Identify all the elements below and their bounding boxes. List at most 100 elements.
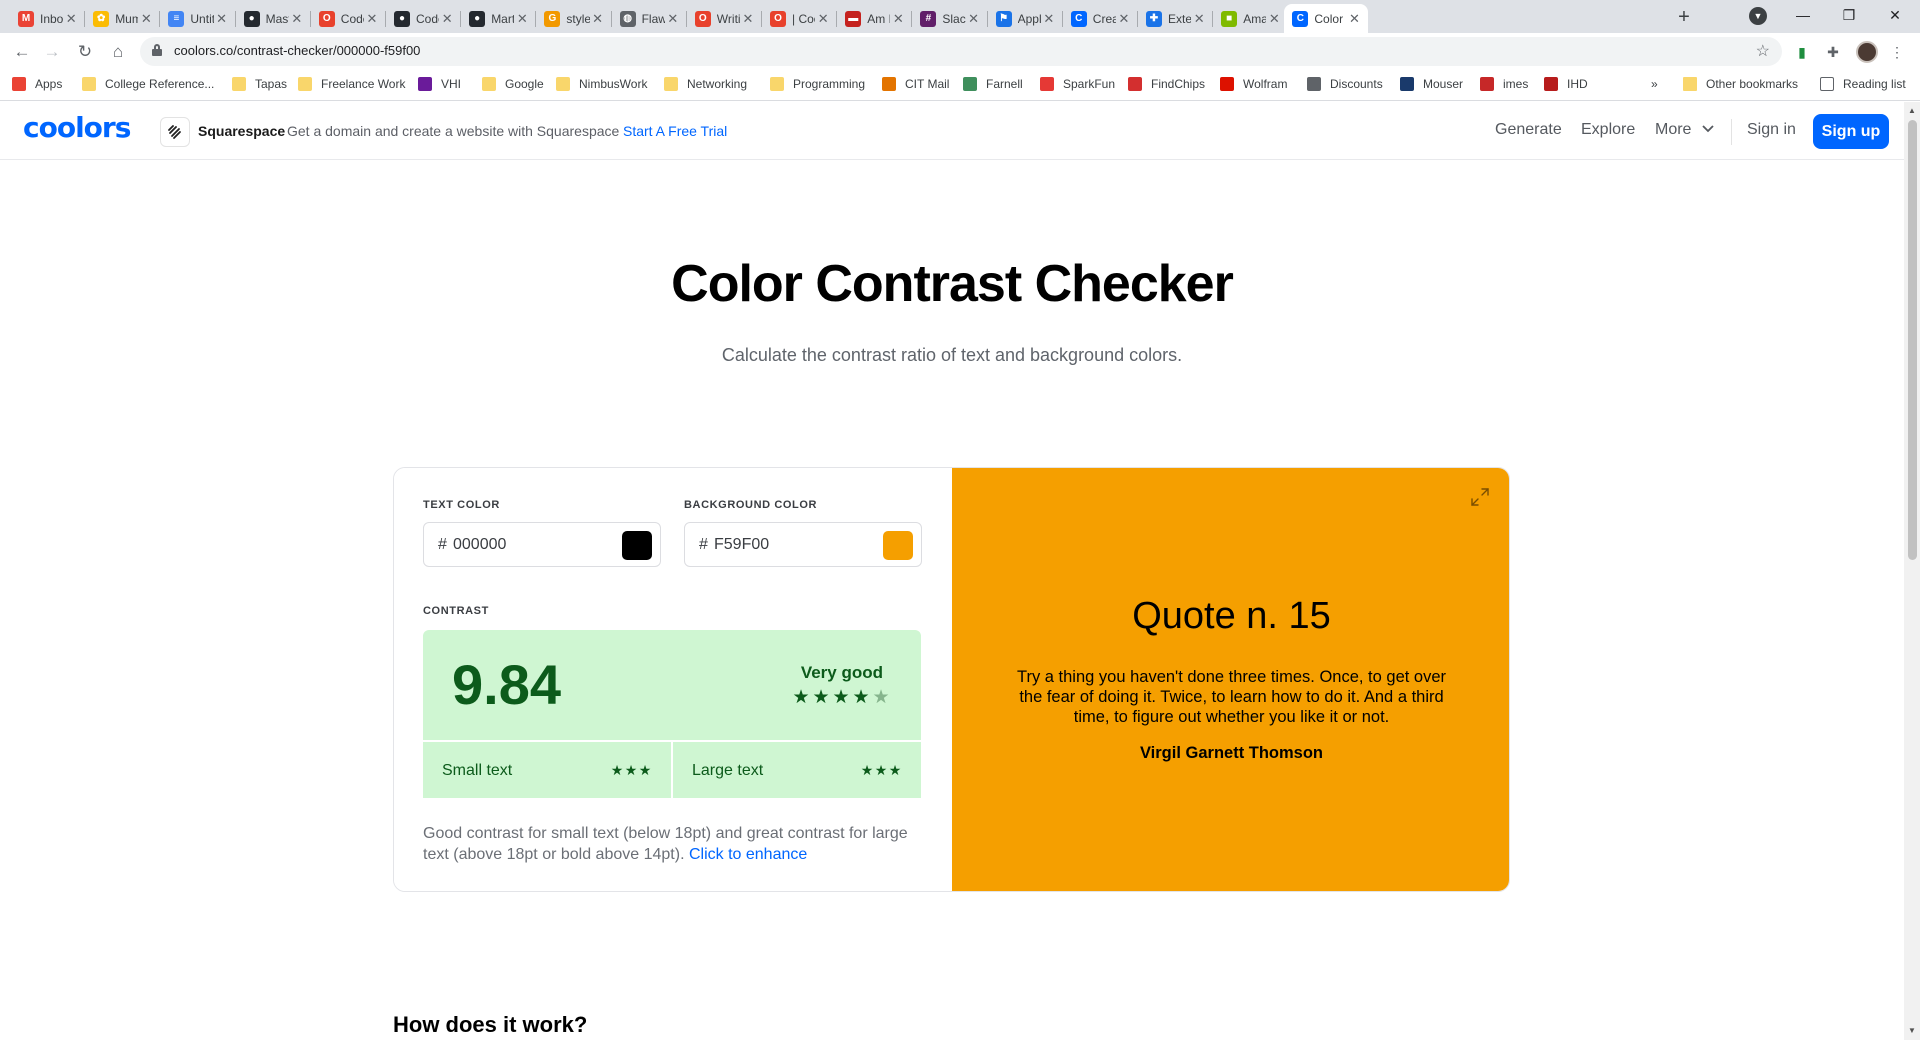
close-tab-icon[interactable]: ✕	[1346, 11, 1362, 27]
nav-more[interactable]: More	[1655, 121, 1714, 139]
close-tab-icon[interactable]: ✕	[665, 11, 681, 27]
bookmarks-overflow-button[interactable]: »	[1651, 77, 1658, 91]
bookmark-item[interactable]: Networking	[664, 77, 747, 91]
text-color-value[interactable]: 000000	[453, 536, 506, 554]
ad-cta-link[interactable]: Start A Free Trial	[623, 123, 727, 139]
close-tab-icon[interactable]: ✕	[740, 11, 756, 27]
browser-tab[interactable]: ■ Amaz✕	[1213, 4, 1289, 33]
browser-tab[interactable]: # Slack✕	[912, 4, 988, 33]
nav-signin[interactable]: Sign in	[1747, 121, 1796, 139]
bookmark-item[interactable]: Programming	[770, 77, 865, 91]
tab-search-icon[interactable]: ▼	[1749, 7, 1767, 25]
forward-button[interactable]: →	[38, 38, 66, 66]
close-tab-icon[interactable]: ✕	[364, 11, 380, 27]
text-color-input[interactable]: # 000000	[423, 522, 661, 567]
opera-icon: O	[318, 10, 335, 27]
new-tab-button[interactable]: +	[1670, 4, 1698, 32]
extensions-puzzle-icon[interactable]: ✚	[1824, 43, 1842, 61]
bookmark-item[interactable]: Apps	[12, 77, 62, 91]
close-tab-icon[interactable]: ✕	[1041, 11, 1057, 27]
browser-tab[interactable]: ● Marti✕	[461, 4, 537, 33]
browser-tab[interactable]: ✿ Mum ✕	[85, 4, 161, 33]
bookmark-item[interactable]: CIT Mail	[882, 77, 949, 91]
close-tab-icon[interactable]: ✕	[1266, 11, 1282, 27]
close-tab-icon[interactable]: ✕	[1191, 11, 1207, 27]
expand-icon[interactable]	[1469, 486, 1491, 508]
bookmark-star-icon[interactable]: ☆	[1756, 41, 1770, 61]
github-icon: ●	[394, 10, 410, 27]
bookmark-item[interactable]: College Reference...	[82, 77, 214, 91]
minimize-button[interactable]: —	[1780, 0, 1826, 30]
scrollbar-thumb[interactable]	[1908, 120, 1917, 560]
scroll-down-arrow-icon[interactable]: ▼	[1908, 1026, 1916, 1035]
close-tab-icon[interactable]: ✕	[815, 11, 831, 27]
bookmark-item[interactable]: IHD	[1544, 77, 1588, 91]
browser-tab[interactable]: O Code✕	[311, 4, 386, 33]
bg-color-value[interactable]: F59F00	[714, 536, 769, 554]
bookmark-item[interactable]: Mouser	[1400, 77, 1463, 91]
profile-avatar[interactable]	[1856, 41, 1878, 63]
browser-tab[interactable]: O Writi ✕	[687, 4, 762, 33]
bookmark-item[interactable]: Freelance Work	[298, 77, 405, 91]
close-tab-icon[interactable]: ✕	[138, 11, 154, 27]
signup-button[interactable]: Sign up	[1813, 114, 1889, 149]
text-color-swatch[interactable]	[622, 531, 652, 560]
bookmark-item[interactable]: NimbusWork	[556, 77, 647, 91]
enhance-link[interactable]: Click to enhance	[689, 846, 807, 863]
bookmark-item[interactable]: imes	[1480, 77, 1528, 91]
browser-tab[interactable]: ⚑ Appli✕	[988, 4, 1063, 33]
browser-tab[interactable]: C Creat✕	[1063, 4, 1138, 33]
overflow-label: »	[1651, 77, 1658, 91]
quote-author: Virgil Garnett Thomson	[1139, 744, 1324, 762]
bookmark-item[interactable]: VHI	[418, 77, 461, 91]
contrast-ratio: 9.84	[452, 653, 561, 716]
browser-tab[interactable]: ✚ Exter✕	[1138, 4, 1214, 33]
close-tab-icon[interactable]: ✕	[590, 11, 606, 27]
close-window-button[interactable]: ✕	[1872, 0, 1918, 30]
browser-tab[interactable]: Gstyle ✕	[536, 4, 612, 33]
address-bar[interactable]: coolors.co/contrast-checker/000000-f59f0…	[140, 37, 1782, 66]
close-tab-icon[interactable]: ✕	[439, 11, 455, 27]
browser-menu-icon[interactable]: ⋮	[1888, 43, 1906, 61]
reading-list-button[interactable]: Reading list	[1820, 77, 1906, 91]
nav-generate[interactable]: Generate	[1495, 121, 1562, 139]
bookmark-item[interactable]: Discounts	[1307, 77, 1383, 91]
bg-color-input[interactable]: # F59F00	[684, 522, 922, 567]
close-tab-icon[interactable]: ✕	[63, 11, 79, 27]
page-scrollbar[interactable]: ▲ ▼	[1904, 102, 1920, 1040]
bookmark-item[interactable]: Farnell	[963, 77, 1023, 91]
other-bookmarks-folder[interactable]: Other bookmarks	[1683, 77, 1798, 91]
bookmark-item[interactable]: Google	[482, 77, 544, 91]
close-tab-icon[interactable]: ✕	[289, 11, 305, 27]
restore-button[interactable]: ❐	[1826, 0, 1872, 30]
browser-tab[interactable]: M Inbox✕	[10, 4, 86, 33]
close-tab-icon[interactable]: ✕	[1116, 11, 1132, 27]
bg-color-swatch[interactable]	[883, 531, 913, 560]
bookmark-item[interactable]: Tapas	[232, 77, 287, 91]
back-button[interactable]: ←	[8, 38, 36, 66]
browser-tab[interactable]: ≡ Untitl✕	[160, 4, 236, 33]
close-tab-icon[interactable]: ✕	[514, 11, 530, 27]
bookmark-item[interactable]: SparkFun	[1040, 77, 1115, 91]
tab-title: Am I	[867, 11, 891, 26]
bookmark-item[interactable]: Wolfram	[1220, 77, 1287, 91]
browser-tab[interactable]: ◍ Flawl✕	[612, 4, 687, 33]
bookmark-label: Wolfram	[1243, 77, 1288, 91]
bookmark-item[interactable]: FindChips	[1128, 77, 1205, 91]
close-tab-icon[interactable]: ✕	[966, 11, 982, 27]
folder-icon	[556, 77, 570, 91]
scroll-up-arrow-icon[interactable]: ▲	[1908, 106, 1916, 115]
reload-button[interactable]: ↻	[71, 38, 99, 66]
browser-tab[interactable]: ● Code✕	[386, 4, 462, 33]
coolors-logo[interactable]: coolors	[23, 111, 131, 144]
browser-tab[interactable]: O | Coo✕	[762, 4, 838, 33]
extension-chart-icon[interactable]: ▮	[1793, 43, 1811, 61]
browser-tab[interactable]: ● Maste✕	[236, 4, 311, 33]
browser-tab[interactable]: ▬ Am I ✕	[837, 4, 913, 33]
browser-tab[interactable]: C Color ✕	[1284, 4, 1369, 33]
close-tab-icon[interactable]: ✕	[890, 11, 906, 27]
home-button[interactable]: ⌂	[104, 38, 132, 66]
nav-explore[interactable]: Explore	[1581, 121, 1635, 139]
large-text-stars: ★ ★ ★	[860, 763, 902, 777]
close-tab-icon[interactable]: ✕	[214, 11, 230, 27]
